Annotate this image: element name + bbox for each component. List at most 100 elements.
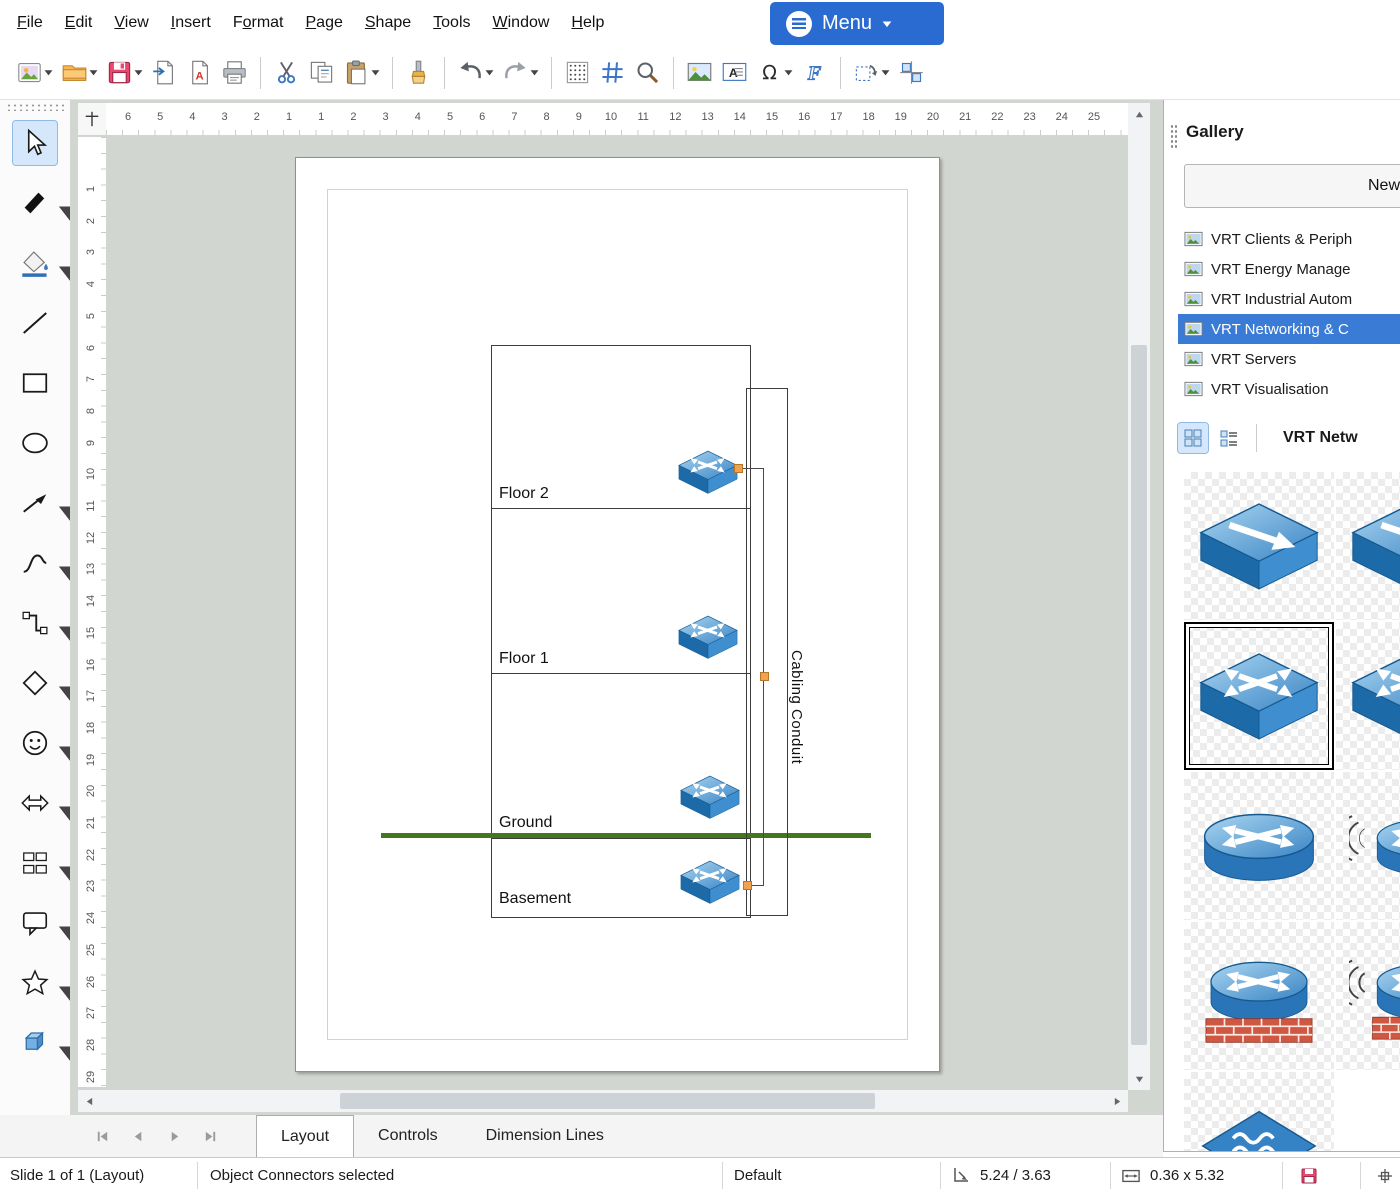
ground-line[interactable]	[381, 833, 871, 838]
fontwork-button[interactable]: F	[797, 52, 832, 94]
selection-handle[interactable]	[734, 464, 743, 473]
last-slide-button[interactable]	[192, 1119, 228, 1153]
first-slide-button[interactable]	[84, 1119, 120, 1153]
chevron-down-icon[interactable]	[57, 199, 86, 224]
special-character-button[interactable]: Ω	[752, 52, 797, 94]
save-button[interactable]	[102, 52, 147, 94]
floor-divider-line[interactable]	[491, 508, 751, 509]
gallery-item-switch-crossing-2[interactable]	[1336, 622, 1400, 770]
chevron-down-icon[interactable]	[57, 1039, 86, 1064]
menu-shape[interactable]: Shape	[354, 9, 422, 37]
gallery-item-wireless-router[interactable]	[1336, 772, 1400, 920]
menu-view[interactable]: View	[103, 9, 159, 37]
chevron-down-icon[interactable]	[57, 799, 86, 824]
chevron-down-icon[interactable]	[371, 68, 380, 77]
gallery-theme-vrt-industrial-autom[interactable]: VRT Industrial Autom	[1178, 284, 1400, 314]
print-button[interactable]	[217, 52, 252, 94]
chevron-down-icon[interactable]	[57, 739, 86, 764]
chevron-down-icon[interactable]	[784, 68, 793, 77]
open-button[interactable]	[57, 52, 102, 94]
menu-insert[interactable]: Insert	[160, 9, 222, 37]
stars-and-banners-tool[interactable]	[0, 953, 86, 1013]
redo-button[interactable]	[498, 52, 543, 94]
new-drawing-button[interactable]	[12, 52, 57, 94]
menu-file[interactable]: File	[6, 9, 54, 37]
chevron-down-icon[interactable]	[57, 859, 86, 884]
fit-page-icon[interactable]	[1376, 1158, 1394, 1192]
chevron-down-icon[interactable]	[57, 979, 86, 1004]
menu-page[interactable]: Page	[295, 9, 354, 37]
scroll-left-icon[interactable]	[78, 1090, 100, 1112]
callouts-tool[interactable]	[0, 893, 86, 953]
network-switch-icon[interactable]	[677, 449, 739, 495]
menu-window[interactable]: Window	[482, 9, 561, 37]
selection-handle[interactable]	[760, 672, 769, 681]
chevron-down-icon[interactable]	[89, 68, 98, 77]
floor-label-ground[interactable]: Ground	[499, 814, 552, 832]
menu-format[interactable]: Format	[222, 9, 295, 37]
detailed-view-button[interactable]	[1214, 423, 1244, 453]
new-theme-button[interactable]: New	[1184, 164, 1400, 208]
insert-text-box-button[interactable]: A	[717, 52, 752, 94]
symbol-shapes-tool[interactable]	[0, 713, 86, 773]
canvas[interactable]: Floor 2 Floor 1 Ground Basement Cabling …	[106, 137, 1128, 1087]
chevron-down-icon[interactable]	[57, 679, 86, 704]
export-button[interactable]	[147, 52, 182, 94]
gallery-theme-vrt-clients-periph[interactable]: VRT Clients & Periph	[1178, 224, 1400, 254]
unsaved-changes-icon[interactable]	[1300, 1158, 1318, 1192]
insert-line-tool[interactable]	[0, 293, 70, 353]
insert-image-button[interactable]	[682, 52, 717, 94]
gallery-item-wireless-firewall-router[interactable]	[1336, 922, 1400, 1070]
gallery-panel-grip[interactable]	[1170, 124, 1177, 148]
zoom-button[interactable]	[630, 52, 665, 94]
block-arrows-tool[interactable]	[0, 773, 86, 833]
gallery-theme-vrt-visualisation[interactable]: VRT Visualisation	[1178, 374, 1400, 404]
menu-edit[interactable]: Edit	[54, 9, 104, 37]
menu-tools[interactable]: Tools	[422, 9, 481, 37]
chevron-down-icon[interactable]	[57, 919, 86, 944]
connectors-tool[interactable]	[0, 593, 86, 653]
menu-help[interactable]: Help	[560, 9, 615, 37]
floor-divider-line[interactable]	[491, 673, 751, 674]
tab-dimension-lines[interactable]: Dimension Lines	[462, 1115, 628, 1157]
gallery-item-switch-crossing[interactable]	[1184, 622, 1334, 770]
floor-label-floor1[interactable]: Floor 1	[499, 650, 549, 668]
gallery-item-switch-2[interactable]	[1336, 472, 1400, 620]
network-switch-icon[interactable]	[679, 774, 741, 820]
paste-button[interactable]	[339, 52, 384, 94]
chevron-down-icon[interactable]	[57, 259, 86, 284]
fill-color-tool[interactable]	[0, 233, 86, 293]
chevron-down-icon[interactable]	[485, 68, 494, 77]
chevron-down-icon[interactable]	[530, 68, 539, 77]
lines-and-arrows-tool[interactable]	[0, 473, 86, 533]
chevron-down-icon[interactable]	[881, 68, 890, 77]
export-pdf-button[interactable]: A	[182, 52, 217, 94]
previous-slide-button[interactable]	[120, 1119, 156, 1153]
network-switch-icon[interactable]	[677, 614, 739, 660]
select-tool[interactable]	[0, 113, 70, 173]
tab-layout[interactable]: Layout	[256, 1115, 355, 1157]
next-slide-button[interactable]	[156, 1119, 192, 1153]
conduit-label[interactable]: Cabling Conduit	[788, 650, 805, 764]
floor-label-floor2[interactable]: Floor 2	[499, 485, 549, 503]
snap-guides-button[interactable]	[595, 52, 630, 94]
gallery-theme-vrt-energy-manage[interactable]: VRT Energy Manage	[1178, 254, 1400, 284]
network-switch-icon[interactable]	[679, 859, 741, 905]
gallery-item-atm-switch[interactable]	[1184, 1072, 1334, 1151]
ellipse-tool[interactable]	[0, 413, 70, 473]
horizontal-scrollbar-thumb[interactable]	[340, 1093, 875, 1109]
scroll-right-icon[interactable]	[1106, 1090, 1128, 1112]
chevron-down-icon[interactable]	[57, 499, 86, 524]
basic-shapes-tool[interactable]	[0, 653, 86, 713]
line-color-tool[interactable]	[0, 173, 86, 233]
page-style[interactable]: Default	[734, 1158, 782, 1192]
vertical-scrollbar[interactable]	[1128, 103, 1150, 1090]
selection-handle[interactable]	[743, 881, 752, 890]
cut-button[interactable]	[269, 52, 304, 94]
floor-label-basement[interactable]: Basement	[499, 890, 571, 908]
menu-button[interactable]: Menu	[770, 2, 944, 45]
scroll-up-icon[interactable]	[1128, 103, 1150, 125]
align-button[interactable]	[894, 52, 929, 94]
icon-view-button[interactable]	[1177, 422, 1209, 454]
horizontal-scrollbar[interactable]	[78, 1090, 1128, 1112]
